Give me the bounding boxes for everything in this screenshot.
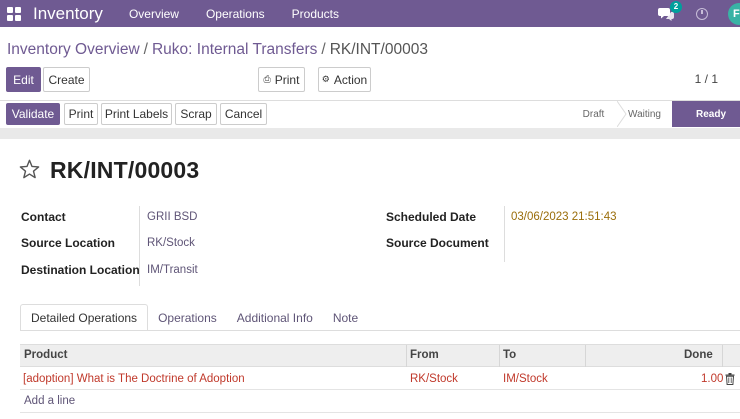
- top-navbar: Inventory Overview Operations Products 2…: [0, 0, 740, 27]
- column-to[interactable]: To: [503, 349, 516, 361]
- tab-note[interactable]: Note: [323, 304, 368, 331]
- field-separator: [504, 206, 505, 262]
- row-divider: [20, 412, 740, 413]
- row-divider: [20, 389, 740, 390]
- action-dropdown-button[interactable]: ⚙ Action: [318, 67, 371, 92]
- scrap-button[interactable]: Scrap: [175, 103, 217, 125]
- breadcrumb-internal-transfers[interactable]: Ruko: Internal Transfers: [152, 41, 317, 59]
- cancel-button[interactable]: Cancel: [220, 103, 267, 125]
- pager-value[interactable]: 1 / 1: [695, 72, 718, 86]
- column-separator: [406, 345, 407, 367]
- row-done[interactable]: 1.00: [701, 373, 723, 385]
- action-dropdown-label: Action: [333, 72, 368, 87]
- add-a-line-link[interactable]: Add a line: [24, 395, 75, 407]
- breadcrumb-separator: /: [143, 41, 148, 58]
- contact-value[interactable]: GRII BSD: [147, 211, 197, 223]
- menu-products[interactable]: Products: [292, 7, 339, 21]
- tab-detailed-operations[interactable]: Detailed Operations: [20, 304, 149, 331]
- create-button[interactable]: Create: [43, 67, 90, 92]
- menu-operations[interactable]: Operations: [206, 7, 265, 21]
- contact-label: Contact: [21, 210, 66, 224]
- scheduled-date-value[interactable]: 03/06/2023 21:51:43: [511, 211, 617, 223]
- delete-row-trash-icon[interactable]: [725, 373, 735, 385]
- stage-waiting[interactable]: Waiting: [617, 101, 672, 127]
- validate-button[interactable]: Validate: [6, 103, 60, 125]
- stage-draft[interactable]: Draft: [570, 101, 617, 127]
- print-dropdown-button[interactable]: ⎙ Print: [258, 67, 305, 92]
- source-location-value[interactable]: RK/Stock: [147, 237, 195, 249]
- column-done[interactable]: Done: [684, 349, 713, 361]
- print-labels-button[interactable]: Print Labels: [101, 103, 172, 125]
- destination-location-label: Destination Location: [21, 263, 140, 277]
- breadcrumb-current: RK/INT/00003: [329, 41, 428, 58]
- column-from[interactable]: From: [410, 349, 439, 361]
- gear-icon: ⚙: [321, 74, 330, 84]
- column-product[interactable]: Product: [24, 349, 67, 361]
- breadcrumb-separator: /: [321, 41, 326, 58]
- tab-additional-info[interactable]: Additional Info: [227, 304, 323, 331]
- row-from[interactable]: RK/Stock: [410, 373, 458, 385]
- table-header: Product From To Done: [20, 344, 740, 367]
- breadcrumb: Inventory Overview / Ruko: Internal Tran…: [7, 41, 428, 59]
- apps-menu-icon[interactable]: [7, 6, 21, 21]
- destination-location-value[interactable]: IM/Transit: [147, 264, 198, 276]
- app-brand[interactable]: Inventory: [33, 4, 103, 24]
- activity-clock-icon[interactable]: [696, 7, 708, 20]
- record-title: RK/INT/00003: [50, 157, 200, 183]
- source-location-label: Source Location: [21, 236, 116, 250]
- source-document-label: Source Document: [386, 236, 489, 250]
- column-separator: [722, 345, 723, 367]
- stage-ready[interactable]: Ready: [672, 101, 740, 127]
- chat-count-badge: 2: [670, 0, 682, 13]
- edit-button[interactable]: Edit: [6, 67, 41, 92]
- menu-overview[interactable]: Overview: [129, 7, 179, 21]
- scheduled-date-label: Scheduled Date: [386, 210, 477, 224]
- form-background-band: [0, 128, 740, 139]
- field-separator: [139, 206, 140, 286]
- printer-icon: ⎙: [263, 74, 271, 84]
- column-separator: [585, 345, 586, 367]
- column-separator: [499, 345, 500, 367]
- breadcrumb-inventory-overview[interactable]: Inventory Overview: [7, 41, 140, 59]
- user-avatar[interactable]: F: [728, 2, 740, 25]
- favorite-star-icon[interactable]: [19, 159, 40, 179]
- row-to[interactable]: IM/Stock: [503, 373, 548, 385]
- print-dropdown-label: Print: [274, 72, 300, 87]
- notebook-tabs: Detailed Operations Operations Additiona…: [20, 304, 368, 331]
- status-bar: Draft Waiting Ready: [570, 101, 740, 127]
- tab-operations[interactable]: Operations: [148, 304, 227, 331]
- tabs-baseline: [20, 330, 740, 331]
- chat-icon[interactable]: 2: [658, 0, 682, 21]
- row-product[interactable]: [adoption] What is The Doctrine of Adopt…: [23, 373, 245, 385]
- print-button[interactable]: Print: [64, 103, 98, 125]
